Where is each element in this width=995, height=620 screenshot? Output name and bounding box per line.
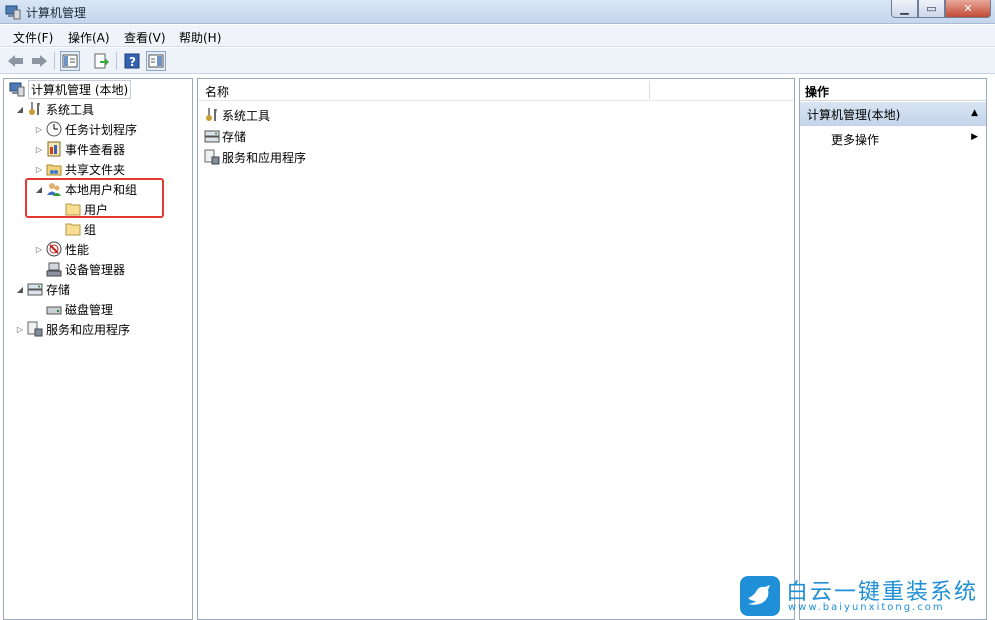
actions-section-label: 计算机管理(本地) (807, 108, 901, 122)
back-button[interactable] (6, 51, 26, 71)
tree-item-label: 事件查看器 (65, 142, 126, 157)
list-item-label: 服务和应用程序 (222, 150, 307, 165)
computer-management-icon (5, 4, 21, 20)
collapse-icon[interactable]: ◢ (14, 105, 26, 114)
submenu-arrow-icon: ▶ (971, 132, 978, 142)
clock-icon (45, 121, 63, 137)
forward-arrow-icon (32, 55, 47, 67)
maximize-button[interactable]: ▭ (918, 0, 945, 18)
tree-item-shared-folders[interactable]: ▷ 共享文件夹 (33, 159, 125, 179)
tree-item-disk-management[interactable]: 磁盘管理 (45, 299, 113, 319)
performance-icon (45, 241, 63, 257)
tree-pane: 计算机管理 (本地) ◢ 系统工具 ▷ 任务计划程序 ▷ 事件查看器 ▷ 共享文… (3, 78, 193, 620)
event-viewer-icon (45, 141, 63, 157)
disk-icon (45, 301, 63, 317)
show-tree-icon (62, 54, 78, 68)
expand-icon[interactable]: ▷ (33, 165, 45, 174)
content-pane: 名称 系统工具 存储 服务和应用程序 (197, 78, 795, 620)
tree-item-label: 服务和应用程序 (46, 322, 131, 337)
actions-pane: 操作 计算机管理(本地) ▲ 更多操作 ▶ (799, 78, 987, 620)
tree-item-label: 共享文件夹 (65, 162, 126, 177)
more-actions-item[interactable]: 更多操作 (831, 131, 879, 148)
list-item[interactable]: 系统工具 (204, 105, 270, 125)
list-item[interactable]: 存储 (204, 126, 246, 146)
tree-item-performance[interactable]: ▷ 性能 (33, 239, 89, 259)
tree-item-groups[interactable]: 组 (64, 219, 96, 239)
collapse-icon[interactable]: ◢ (14, 285, 26, 294)
window-title: 计算机管理 (26, 6, 87, 20)
folder-icon (64, 221, 82, 237)
column-header[interactable]: 名称 (198, 79, 794, 101)
forward-button[interactable] (29, 51, 49, 71)
back-arrow-icon (8, 55, 23, 67)
show-tree-button[interactable] (60, 51, 80, 71)
column-divider[interactable] (649, 81, 650, 99)
menu-file[interactable]: 文件(F) (13, 29, 53, 46)
close-button[interactable]: ✕ (945, 0, 991, 18)
services-icon (26, 321, 44, 337)
tools-icon (204, 107, 222, 123)
menu-help[interactable]: 帮助(H) (179, 29, 221, 46)
toolbar-separator (54, 52, 55, 70)
tree-item-label: 性能 (65, 242, 90, 257)
actions-header: 操作 (800, 79, 986, 101)
show-action-pane-button[interactable] (146, 51, 166, 71)
tree-item-label: 设备管理器 (65, 262, 126, 277)
expand-icon[interactable]: ▷ (14, 325, 26, 334)
help-icon: ? (124, 53, 140, 69)
list-item-label: 存储 (222, 129, 247, 144)
title-bar: 计算机管理 ▁ ▭ ✕ (0, 0, 995, 24)
actions-section-header[interactable]: 计算机管理(本地) ▲ (800, 102, 986, 126)
minimize-button[interactable]: ▁ (891, 0, 918, 18)
toolbar: ? (0, 48, 995, 74)
menu-view[interactable]: 查看(V) (124, 29, 166, 46)
expand-icon[interactable]: ▷ (33, 125, 45, 134)
tree-item-task-scheduler[interactable]: ▷ 任务计划程序 (33, 119, 137, 139)
shared-folder-icon (45, 161, 63, 177)
watermark: 白云一键重装系统 www.baiyunxitong.com (740, 574, 990, 618)
list-item-label: 系统工具 (222, 108, 271, 123)
menu-action[interactable]: 操作(A) (68, 29, 110, 46)
storage-icon (204, 128, 222, 144)
expand-icon[interactable]: ▷ (33, 245, 45, 254)
tree-item-root[interactable]: 计算机管理 (本地) (8, 79, 132, 99)
tools-icon (26, 101, 44, 117)
tree-item-storage[interactable]: ◢ 存储 (14, 279, 70, 299)
tree-item-label: 计算机管理 (本地) (28, 79, 132, 99)
help-button[interactable]: ? (122, 51, 142, 71)
column-name: 名称 (205, 85, 230, 99)
svg-text:?: ? (129, 55, 136, 69)
maximize-icon: ▭ (926, 2, 937, 15)
computer-management-icon (8, 81, 26, 97)
list-item[interactable]: 服务和应用程序 (204, 147, 306, 167)
window-controls: ▁ ▭ ✕ (891, 0, 991, 18)
show-action-pane-icon (148, 54, 164, 68)
device-manager-icon (45, 261, 63, 277)
tree-item-label: 系统工具 (46, 102, 95, 117)
tree-item-system-tools[interactable]: ◢ 系统工具 (14, 99, 94, 119)
tree-item-label: 任务计划程序 (65, 122, 138, 137)
tree-item-services-apps[interactable]: ▷ 服务和应用程序 (14, 319, 130, 339)
toolbar-separator (116, 52, 117, 70)
expand-icon[interactable]: ▷ (33, 145, 45, 154)
export-button[interactable] (91, 51, 111, 71)
bird-logo-icon (740, 576, 780, 616)
collapse-up-icon[interactable]: ▲ (971, 108, 978, 118)
services-icon (204, 149, 222, 165)
menu-bar: 文件(F) 操作(A) 查看(V) 帮助(H) (0, 25, 995, 47)
tree-item-device-manager[interactable]: 设备管理器 (45, 259, 125, 279)
close-icon: ✕ (963, 2, 973, 15)
storage-icon (26, 281, 44, 297)
minimize-icon: ▁ (900, 2, 909, 15)
watermark-url: www.baiyunxitong.com (788, 602, 945, 613)
tree-item-label: 磁盘管理 (65, 302, 114, 317)
highlight-box (25, 178, 164, 218)
export-icon (94, 53, 109, 69)
tree-item-label: 组 (84, 222, 97, 237)
tree-item-label: 存储 (46, 282, 71, 297)
tree-item-event-viewer[interactable]: ▷ 事件查看器 (33, 139, 125, 159)
